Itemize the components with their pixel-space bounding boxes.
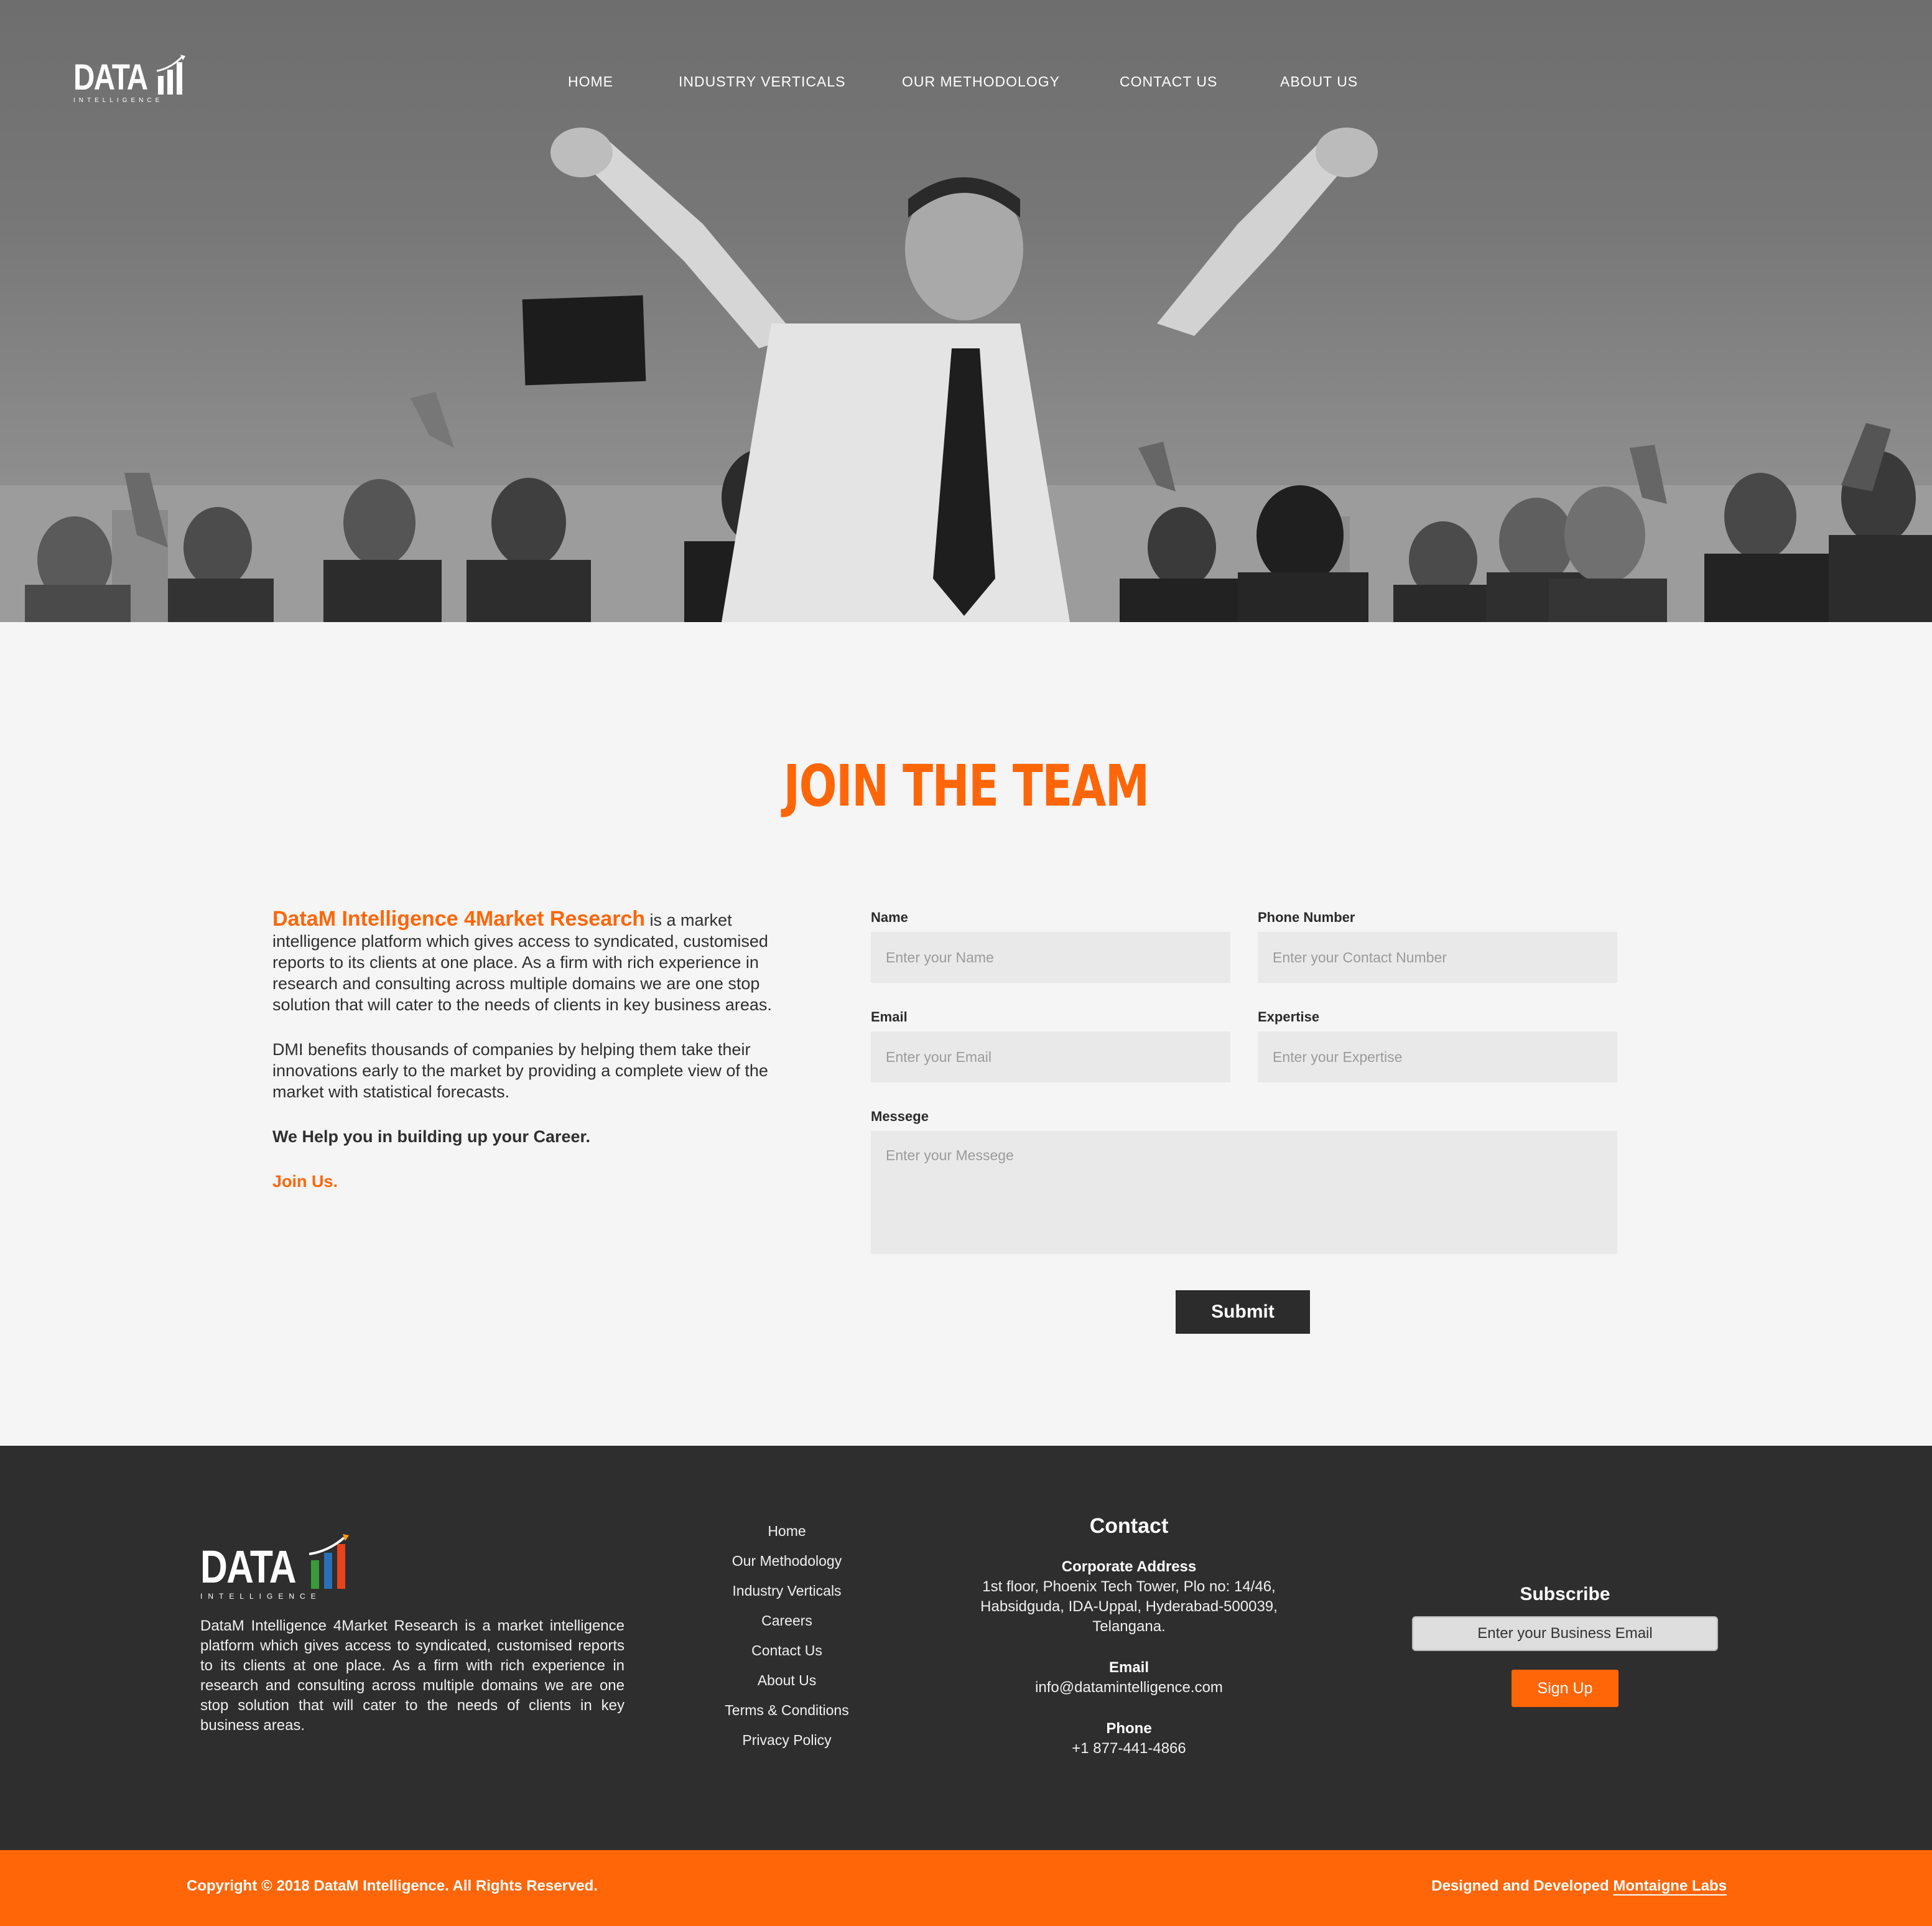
footer-link-about[interactable]: About Us xyxy=(662,1670,911,1700)
footer-logo-subtitle: INTELLIGENCE xyxy=(200,1592,322,1601)
intro-benefits: DMI benefits thousands of companies by h… xyxy=(272,1040,768,1101)
address-line-3: Telangana. xyxy=(1092,1618,1166,1635)
phone-label: Phone Number xyxy=(1258,910,1355,925)
designed-by: Designed and Developed Montaigne Labs xyxy=(1431,1877,1727,1895)
nav-our-methodology[interactable]: OUR METHODOLOGY xyxy=(902,73,1060,90)
footer-logo-wordmark: DATA xyxy=(200,1541,297,1593)
address-line-1: 1st floor, Phoenix Tech Tower, Plo no: 1… xyxy=(982,1578,1276,1595)
nav-home[interactable]: HOME xyxy=(568,73,613,90)
nav-contact-us[interactable]: CONTACT US xyxy=(1120,73,1217,90)
address-label: Corporate Address xyxy=(1061,1558,1197,1575)
footer-phone-value[interactable]: +1 877-441-4866 xyxy=(942,1739,1316,1759)
nav-industry-verticals[interactable]: INDUSTRY VERTICALS xyxy=(679,73,846,90)
subscribe-block: Subscribe Enter your Business Email Sign… xyxy=(1412,1584,1718,1707)
copyright-text: Copyright © 2018 DataM Intelligence. All… xyxy=(187,1877,598,1894)
message-label: Messege xyxy=(871,1109,929,1124)
footer-link-methodology[interactable]: Our Methodology xyxy=(662,1550,911,1580)
email-input[interactable] xyxy=(871,1031,1230,1082)
footer-phone-label: Phone xyxy=(1106,1720,1152,1737)
footer-contact: Contact Corporate Address 1st floor, Pho… xyxy=(942,1514,1316,1780)
address-line-2: Habsidguda, IDA-Uppal, Hyderabad-500039, xyxy=(980,1598,1278,1615)
designer-link[interactable]: Montaigne Labs xyxy=(1613,1877,1727,1894)
hero-banner: DATA INTELLIGENCE HOME INDUSTRY VERTICAL… xyxy=(0,0,1932,622)
footer-link-home[interactable]: Home xyxy=(662,1520,911,1550)
footer-email-label: Email xyxy=(1108,1659,1149,1676)
intro-text: DataM Intelligence 4Market Research is a… xyxy=(272,908,795,1216)
footer-link-privacy[interactable]: Privacy Policy xyxy=(662,1729,911,1759)
logo-color-bars-icon xyxy=(309,1534,349,1589)
phone-block: Phone +1 877-441-4866 xyxy=(942,1719,1316,1759)
footer-links: Home Our Methodology Industry Verticals … xyxy=(662,1520,911,1759)
phone-input[interactable] xyxy=(1258,932,1617,983)
copyright-bar: Copyright © 2018 DataM Intelligence. All… xyxy=(0,1850,1932,1926)
name-input[interactable] xyxy=(871,932,1230,983)
career-tagline: We Help you in building up your Career. xyxy=(272,1127,591,1146)
submit-button[interactable]: Submit xyxy=(1176,1290,1310,1334)
address-block: Corporate Address 1st floor, Phoenix Tec… xyxy=(942,1557,1316,1637)
footer-email-value[interactable]: info@datamintelligence.com xyxy=(942,1678,1316,1698)
nav-about-us[interactable]: ABOUT US xyxy=(1280,73,1358,90)
designed-by-text: Designed and Developed xyxy=(1431,1877,1614,1894)
contact-title: Contact xyxy=(1089,1514,1169,1538)
subscribe-email-input[interactable]: Enter your Business Email xyxy=(1412,1616,1718,1651)
intro-brand-name: DataM Intelligence 4Market Research xyxy=(272,907,646,931)
join-us-link[interactable]: Join Us. xyxy=(272,1171,795,1192)
footer-about-text: DataM Intelligence 4Market Research is a… xyxy=(200,1617,625,1734)
footer-link-careers[interactable]: Careers xyxy=(662,1610,911,1640)
footer-logo[interactable]: DATA INTELLIGENCE xyxy=(200,1533,350,1601)
subscribe-title: Subscribe xyxy=(1520,1584,1610,1604)
email-label: Email xyxy=(871,1009,908,1025)
expertise-input[interactable] xyxy=(1258,1031,1617,1082)
footer-link-contact[interactable]: Contact Us xyxy=(662,1640,911,1670)
name-label: Name xyxy=(871,910,908,925)
page-title: JOIN THE TEAM xyxy=(783,753,1149,819)
footer-link-terms[interactable]: Terms & Conditions xyxy=(662,1700,911,1729)
main-nav: HOME INDUSTRY VERTICALS OUR METHODOLOGY … xyxy=(0,73,1932,98)
intro-paragraph: DataM Intelligence 4Market Research is a… xyxy=(272,908,795,1015)
email-block: Email info@datamintelligence.com xyxy=(942,1658,1316,1698)
sign-up-button[interactable]: Sign Up xyxy=(1512,1670,1619,1707)
briefcase-shape xyxy=(522,295,646,386)
expertise-label: Expertise xyxy=(1258,1009,1320,1025)
footer: DATA INTELLIGENCE DataM Intelligence 4Ma… xyxy=(0,1446,1932,1850)
footer-link-industry-verticals[interactable]: Industry Verticals xyxy=(662,1580,911,1610)
message-textarea[interactable] xyxy=(871,1131,1617,1254)
